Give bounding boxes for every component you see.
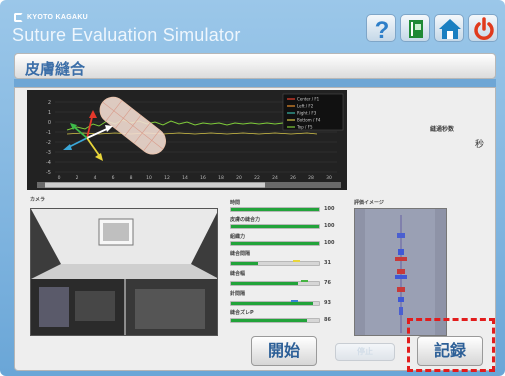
metric-label: 針間隔 <box>230 291 246 297</box>
chart-scrollbar-thumb <box>45 182 265 188</box>
stop-button[interactable]: 停止 <box>335 343 395 361</box>
power-icon <box>474 17 494 40</box>
metric-bar <box>230 241 320 246</box>
metric-value: 31 <box>324 260 331 266</box>
x-tick: 18 <box>218 175 224 181</box>
brand-logo-icon <box>14 12 23 22</box>
metric-value: 86 <box>324 317 331 323</box>
camera-feed <box>30 208 218 336</box>
x-tick: 16 <box>200 175 206 181</box>
sensor-chart: 2 1 0 -1 -2 -3 -4 -5 0 2 4 6 8 10 12 14 … <box>27 90 347 190</box>
y-tick: -5 <box>46 170 51 176</box>
evaluation-image <box>354 208 447 336</box>
screen-title: 皮膚縫合 <box>25 60 86 78</box>
legend-entry: Right / F3 <box>297 111 317 116</box>
metric-bar-fill <box>231 282 298 285</box>
metric-label: 組織力 <box>230 234 246 240</box>
metric-value: 93 <box>324 300 331 306</box>
y-tick: -3 <box>46 150 51 156</box>
y-tick: -1 <box>46 130 51 136</box>
app-title: Suture Evaluation Simulator <box>12 25 241 45</box>
x-tick: 26 <box>290 175 296 181</box>
metric-bar <box>230 280 320 286</box>
book-icon <box>409 20 423 38</box>
segment-seconds-label: 縫通秒数 <box>430 126 455 133</box>
metric-bar-fill <box>231 302 313 305</box>
metric-bar-fill <box>231 208 319 211</box>
x-tick: 8 <box>130 175 133 181</box>
metric-value: 100 <box>324 206 335 212</box>
metric-label: 縫合ズレP <box>230 310 254 316</box>
metric-bar-fill <box>231 242 319 245</box>
evaluation-image-graphic <box>355 209 446 335</box>
metric-value: 76 <box>324 280 331 286</box>
x-tick: 22 <box>254 175 260 181</box>
y-tick: 2 <box>48 100 51 106</box>
metric-bar-fill <box>231 319 307 322</box>
metric-bar <box>230 318 320 323</box>
home-icon <box>439 19 461 39</box>
camera-label: カメラ <box>30 197 46 203</box>
segment-seconds-unit: 秒 <box>475 140 485 150</box>
x-tick: 0 <box>58 175 61 181</box>
legend-entry: Top / F5 <box>296 125 313 130</box>
x-tick: 28 <box>308 175 314 181</box>
metric-bar <box>230 300 320 306</box>
metric-marker <box>292 260 300 262</box>
metric-value: 100 <box>324 223 335 229</box>
metric-label: 時間 <box>230 200 241 206</box>
metric-marker <box>290 300 298 302</box>
metric-label: 縫合間隔 <box>230 251 251 257</box>
y-tick: -2 <box>46 140 51 146</box>
camera-image <box>31 209 217 335</box>
trace-line <box>66 119 318 131</box>
metric-bar <box>230 260 320 266</box>
x-tick: 12 <box>164 175 170 181</box>
home-button[interactable] <box>434 14 464 42</box>
title-tab-strip <box>14 79 496 87</box>
metric-label: 皮膚の縫合力 <box>230 217 261 223</box>
x-tick: 30 <box>326 175 332 181</box>
x-tick: 24 <box>272 175 278 181</box>
x-tick: 6 <box>112 175 115 181</box>
y-tick: 0 <box>48 120 51 126</box>
legend-entry: Left / F2 <box>297 104 314 109</box>
metric-label: 縫合幅 <box>230 271 246 277</box>
x-tick: 4 <box>94 175 97 181</box>
start-button[interactable]: 開始 <box>251 336 317 366</box>
brand: KYOTO KAGAKU <box>14 11 88 23</box>
evaluation-image-label: 評価イメージ <box>354 200 384 206</box>
screen-title-bar: 皮膚縫合 <box>14 53 496 79</box>
svg-text:?: ? <box>375 17 390 43</box>
metric-marker <box>301 280 309 282</box>
x-tick: 20 <box>236 175 242 181</box>
legend-entry: Center / F1 <box>297 97 320 102</box>
x-tick: 2 <box>76 175 79 181</box>
metric-value: 100 <box>324 240 335 246</box>
record-highlight-box <box>407 318 495 372</box>
x-tick: 14 <box>182 175 188 181</box>
power-button[interactable] <box>468 14 498 42</box>
manual-button[interactable] <box>400 14 430 42</box>
metric-bar-fill <box>231 225 319 228</box>
y-tick: -4 <box>46 160 51 166</box>
metric-bar-fill <box>231 262 259 265</box>
x-tick: 10 <box>146 175 152 181</box>
y-tick: 1 <box>48 110 51 116</box>
brand-name: KYOTO KAGAKU <box>27 13 89 21</box>
metric-bar <box>230 207 320 212</box>
metric-bar <box>230 224 320 229</box>
question-mark-icon: ? <box>375 17 390 43</box>
app-window: KYOTO KAGAKU Suture Evaluation Simulator… <box>0 0 505 376</box>
sensor-chart-svg: 2 1 0 -1 -2 -3 -4 -5 0 2 4 6 8 10 12 14 … <box>37 93 344 188</box>
help-button[interactable]: ? <box>366 14 396 43</box>
trace-line <box>66 132 318 135</box>
legend-entry: Bottom / F4 <box>297 118 321 123</box>
